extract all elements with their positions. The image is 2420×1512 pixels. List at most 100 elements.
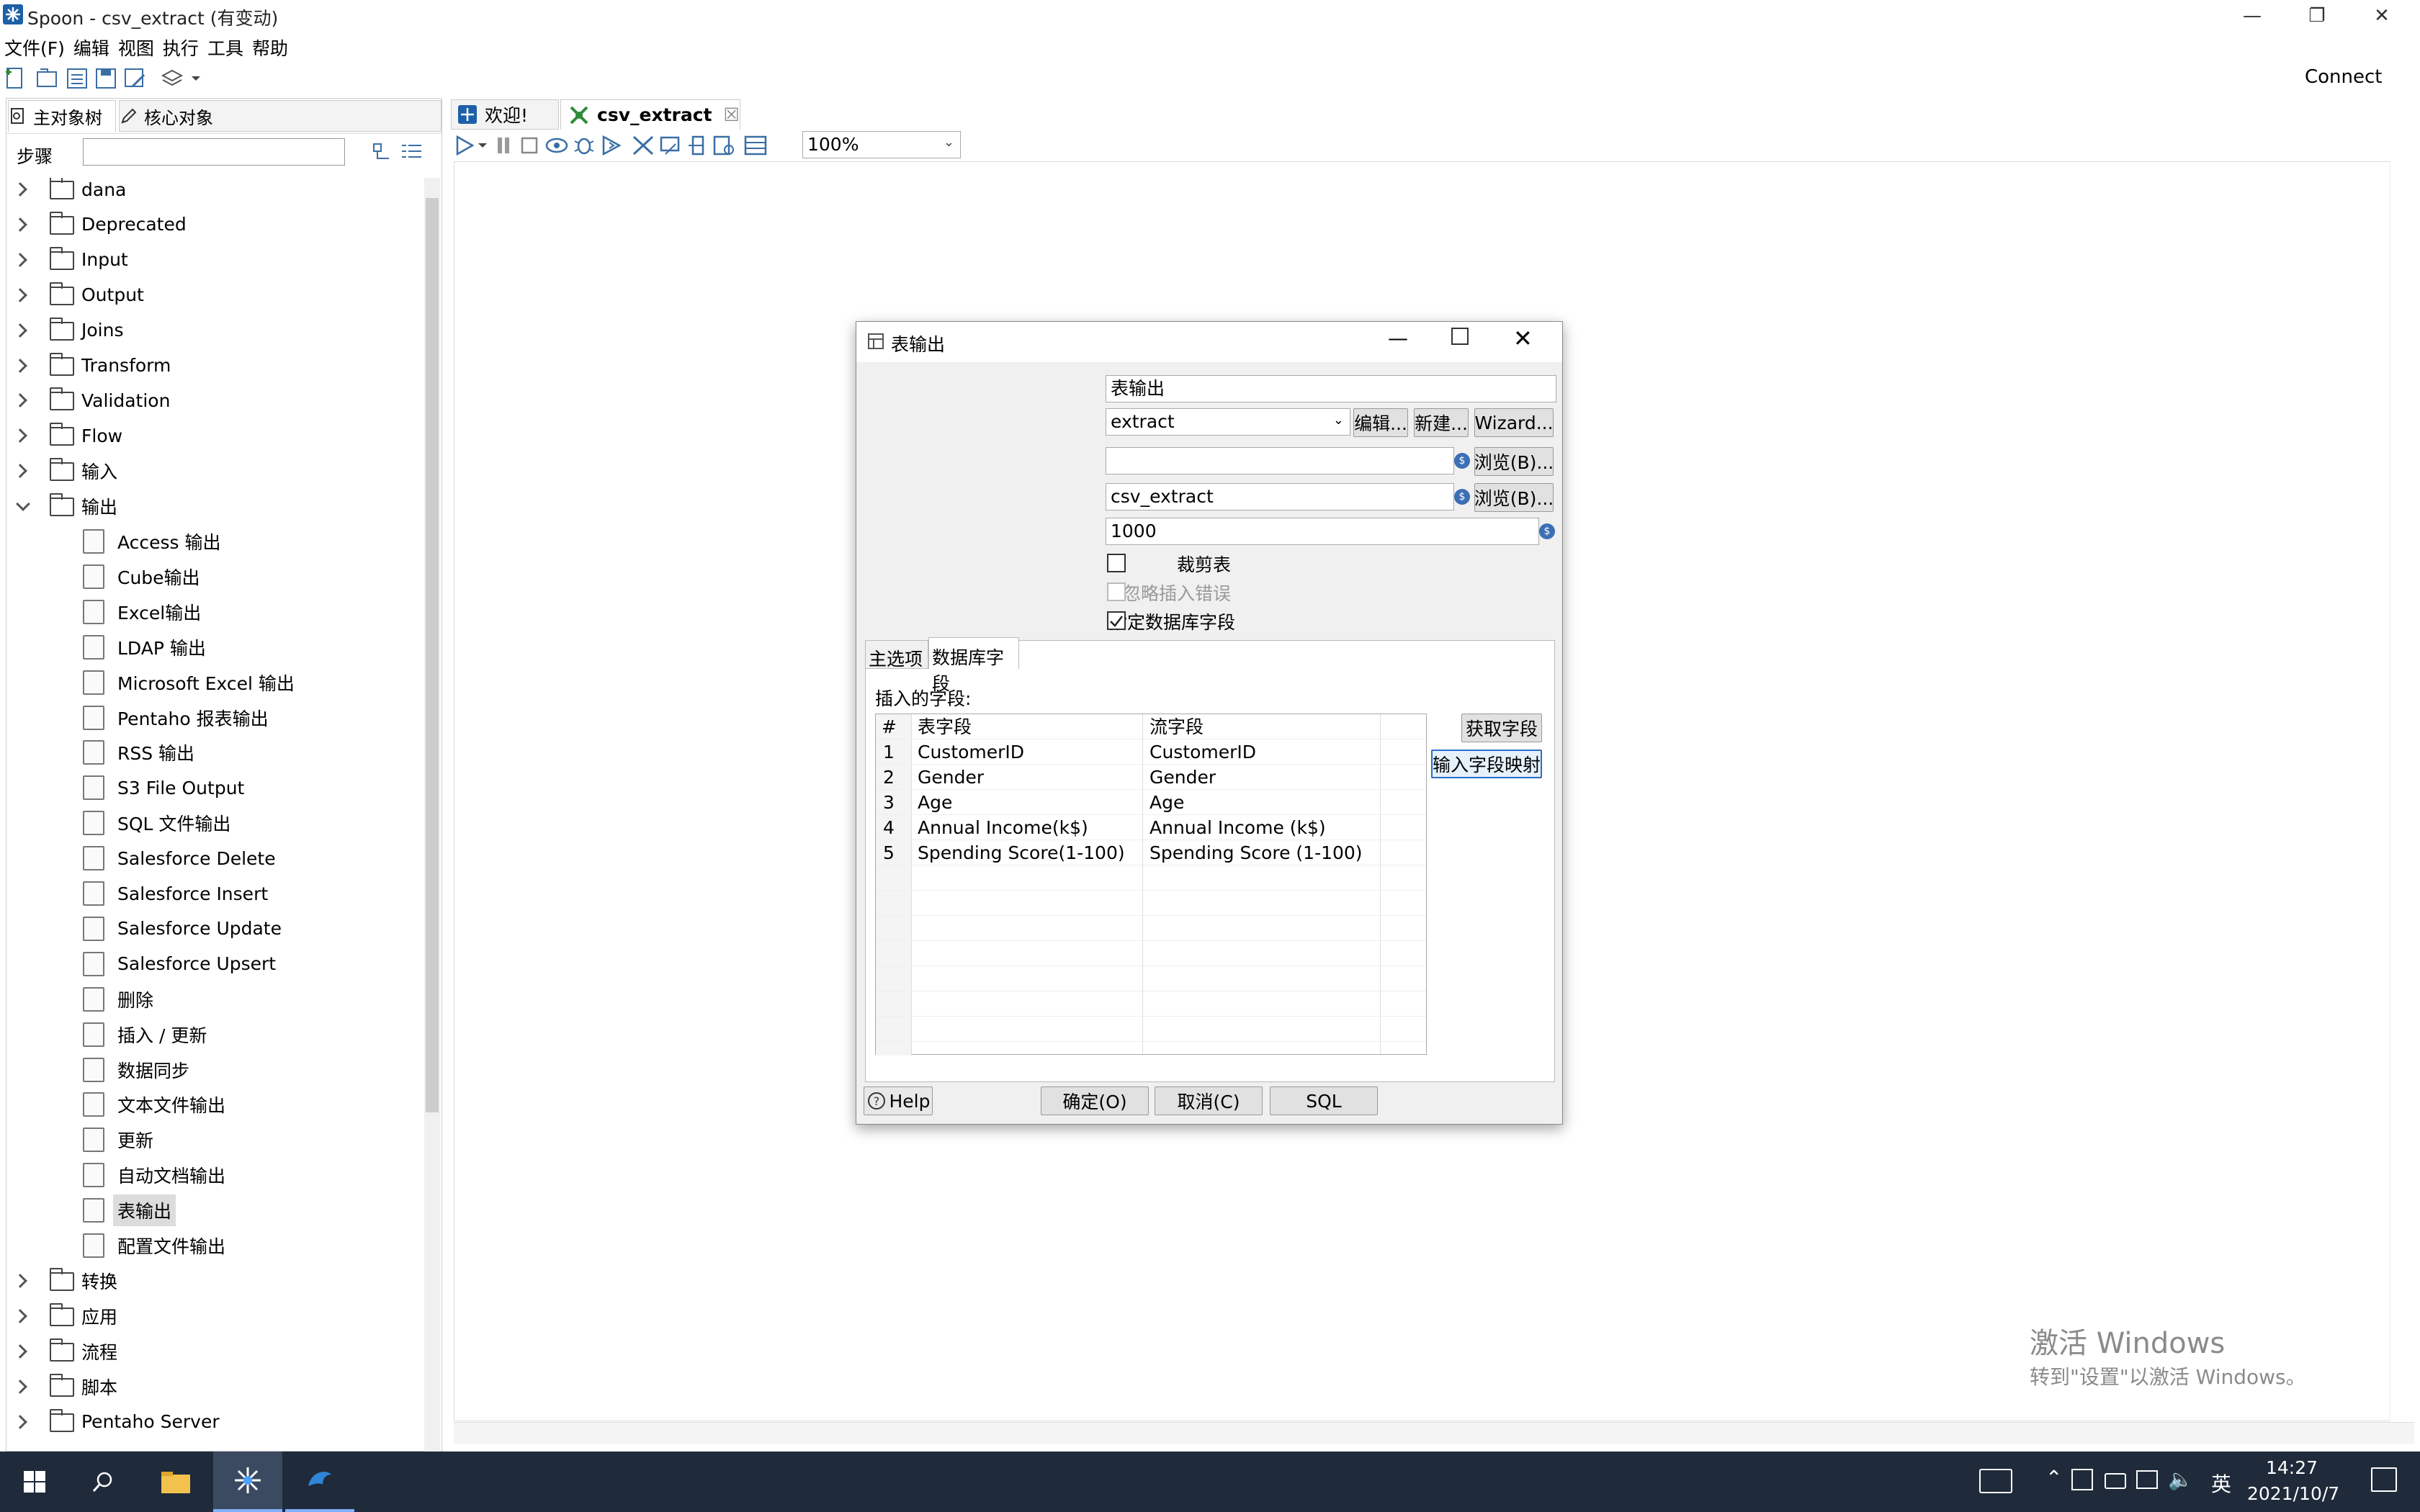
dialog-minimize-icon[interactable]: —: [1388, 326, 1408, 350]
expand-tree-icon[interactable]: [400, 141, 423, 163]
fields-grid[interactable]: # 表字段 流字段 1 CustomerID CustomerID 2 Gender Gende…: [875, 714, 1427, 1056]
impact-icon[interactable]: [658, 134, 683, 157]
chevron-right-icon[interactable]: [13, 358, 27, 373]
zoom-select[interactable]: 100% ⌄: [802, 131, 961, 158]
table-row[interactable]: [876, 916, 1426, 941]
grid-header-cell[interactable]: #: [882, 714, 897, 739]
tree-folder[interactable]: Deprecated: [6, 207, 417, 242]
debug-icon[interactable]: [572, 134, 596, 157]
grid-cell[interactable]: Age: [918, 790, 952, 815]
layers-dropdown-icon[interactable]: [189, 66, 203, 91]
tree-step-item[interactable]: Cube输出: [6, 559, 417, 594]
menu-view[interactable]: 视图: [114, 32, 158, 63]
menu-tools[interactable]: 工具: [203, 32, 248, 63]
tab-main-tree[interactable]: 主对象树: [8, 100, 116, 132]
new-file-icon[interactable]: [3, 66, 27, 91]
tree-step-item[interactable]: RSS 输出: [6, 735, 417, 770]
tree-folder[interactable]: Flow: [6, 418, 417, 453]
canvas-hscroll[interactable]: [454, 1422, 2414, 1444]
tab-database-fields[interactable]: 数据库字段: [928, 637, 1019, 694]
chevron-up-icon[interactable]: ⌃: [2045, 1466, 2062, 1490]
table-row[interactable]: 2 Gender Gender: [876, 765, 1426, 790]
sql-generate-icon[interactable]: [686, 134, 710, 157]
tree-folder[interactable]: Input: [6, 243, 417, 277]
tree-folder[interactable]: Validation: [6, 383, 417, 418]
target-table-input[interactable]: csv_extract: [1106, 483, 1454, 510]
tab-close-icon[interactable]: ☒: [724, 104, 740, 125]
ime-indicator[interactable]: 英: [2211, 1469, 2231, 1498]
database-explorer-icon[interactable]: [712, 134, 736, 157]
get-fields-button[interactable]: 获取字段: [1461, 714, 1542, 742]
edit-connection-button[interactable]: 编辑...: [1353, 408, 1408, 437]
tab-core-objects[interactable]: 核心对象: [119, 100, 442, 132]
clock-date[interactable]: 2021/10/7: [2247, 1483, 2339, 1504]
tree-step-item[interactable]: 数据同步: [6, 1053, 417, 1087]
grid-cell[interactable]: 5: [883, 840, 895, 865]
wizard-button[interactable]: Wizard...: [1474, 408, 1554, 437]
ok-button[interactable]: 确定(O): [1041, 1086, 1149, 1115]
chevron-right-icon[interactable]: [13, 428, 27, 444]
chevron-right-icon[interactable]: [13, 1273, 27, 1288]
spoon-taskbar-icon[interactable]: [213, 1452, 282, 1512]
news-icon[interactable]: [1979, 1469, 2012, 1493]
file-explorer-icon[interactable]: [141, 1452, 210, 1512]
chevron-right-icon[interactable]: [13, 1379, 27, 1394]
restore-icon[interactable]: ❐: [2285, 0, 2349, 32]
chevron-right-icon[interactable]: [13, 252, 27, 267]
tree-step-item[interactable]: 自动文档输出: [6, 1158, 417, 1192]
tree-step-item[interactable]: Salesforce Update: [6, 912, 417, 946]
table-row[interactable]: [876, 891, 1426, 916]
tab-welcome[interactable]: 欢迎!: [451, 99, 559, 130]
tree-folder[interactable]: 应用: [6, 1299, 417, 1333]
chevron-right-icon[interactable]: [13, 217, 27, 232]
table-row[interactable]: [876, 865, 1426, 891]
tree-folder[interactable]: 转换: [6, 1264, 417, 1298]
help-button[interactable]: ? Help: [864, 1086, 933, 1115]
tree-folder[interactable]: 输入: [6, 454, 417, 488]
target-schema-input[interactable]: [1106, 447, 1454, 474]
menu-file[interactable]: 文件(F): [0, 32, 69, 63]
grid-cell[interactable]: 3: [883, 790, 895, 815]
volume-icon[interactable]: 🔈: [2168, 1467, 2193, 1491]
dolphin-app-icon[interactable]: [285, 1452, 354, 1512]
tree-folder[interactable]: Transform: [6, 348, 417, 383]
table-row[interactable]: [876, 941, 1426, 966]
browse-schema-button[interactable]: 浏览(B)...: [1474, 447, 1554, 476]
collapse-tree-icon[interactable]: [372, 141, 395, 163]
verify-icon[interactable]: [631, 134, 655, 157]
tree-folder[interactable]: Output: [6, 278, 417, 312]
grid-cell[interactable]: Annual Income(k$): [918, 815, 1088, 840]
search-icon[interactable]: [69, 1452, 138, 1512]
table-row[interactable]: [876, 1017, 1426, 1042]
table-row[interactable]: 1 CustomerID CustomerID: [876, 739, 1426, 765]
tree-folder[interactable]: 输出: [6, 489, 417, 523]
grid-cell[interactable]: 1: [883, 739, 895, 765]
tree-scrollbar-thumb[interactable]: [426, 198, 439, 1112]
tree-folder[interactable]: Joins: [6, 313, 417, 348]
tree-step-item[interactable]: 文本文件输出: [6, 1087, 417, 1122]
browse-table-button[interactable]: 浏览(B)...: [1474, 483, 1554, 512]
step-name-input[interactable]: 表输出: [1106, 375, 1556, 402]
tree-step-item[interactable]: 表输出: [6, 1193, 417, 1228]
specify-fields-checkbox[interactable]: [1107, 611, 1126, 630]
menu-run[interactable]: 执行: [158, 32, 203, 63]
grid-cell[interactable]: Spending Score(1-100): [918, 840, 1125, 865]
dialog-maximize-icon[interactable]: [1451, 328, 1469, 345]
connection-select[interactable]: extract ⌄: [1106, 408, 1350, 436]
tree-step-item[interactable]: LDAP 输出: [6, 630, 417, 665]
new-connection-button[interactable]: 新建...: [1414, 408, 1469, 437]
tree-folder[interactable]: Pentaho Server: [6, 1405, 417, 1439]
tree-step-item[interactable]: Salesforce Insert: [6, 876, 417, 911]
chevron-right-icon[interactable]: [13, 1414, 27, 1429]
security-icon[interactable]: [2071, 1469, 2093, 1490]
clock-time[interactable]: 14:27: [2266, 1457, 2318, 1478]
steps-search-input[interactable]: [83, 138, 345, 166]
stop-icon[interactable]: [519, 134, 540, 157]
tree-step-item[interactable]: SQL 文件输出: [6, 806, 417, 840]
grid-cell[interactable]: CustomerID: [1150, 739, 1256, 765]
chevron-down-icon[interactable]: [16, 497, 30, 511]
battery-icon[interactable]: [2105, 1473, 2126, 1489]
tree-folder[interactable]: 流程: [6, 1334, 417, 1369]
tree-step-item[interactable]: 配置文件输出: [6, 1228, 417, 1263]
sql-button[interactable]: SQL: [1270, 1086, 1378, 1115]
